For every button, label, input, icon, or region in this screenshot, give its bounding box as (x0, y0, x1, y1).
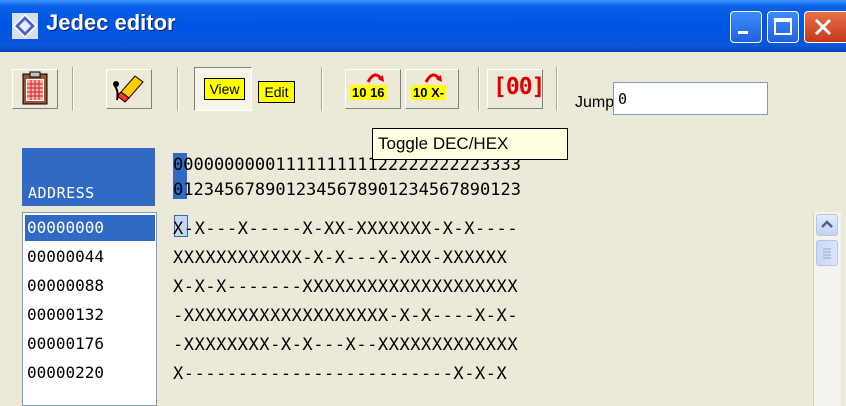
maximize-icon (774, 18, 792, 35)
scroll-thumb[interactable] (816, 240, 838, 266)
column-header-units: 0123456789012345678901234567890123 (173, 180, 521, 200)
fuse-row[interactable]: -XXXXXXXX-X-X---X--XXXXXXXXXXXXX (173, 332, 518, 358)
close-icon (814, 18, 832, 36)
close-button[interactable] (804, 11, 846, 43)
address-item[interactable]: 00000176 (25, 331, 155, 357)
fuse-row[interactable]: -XXXXXXXXXXXXXXXXXXX-X-X----X-X- (173, 303, 518, 329)
vertical-scrollbar[interactable] (813, 212, 841, 406)
bracket-label: [00] (493, 74, 545, 100)
clipboard-icon (22, 71, 48, 105)
toggle-dec-hex-button[interactable]: 10 X- (405, 69, 459, 109)
minimize-icon (738, 31, 748, 34)
toolbar-separator (177, 67, 179, 111)
edit-button[interactable]: Edit (258, 81, 295, 103)
fuse-row[interactable]: X-------------------------X-X-X (173, 361, 507, 387)
address-item[interactable]: 00000000 (25, 215, 155, 241)
clipboard-button[interactable] (12, 69, 58, 109)
toggle-1016-label: 10 16 (350, 85, 387, 100)
window-title: Jedec editor (46, 10, 176, 35)
fuse-row[interactable]: XXXXXXXXXXXX-X-X---X-XXX-XXXXXX (173, 245, 507, 271)
chevron-up-icon (821, 220, 833, 228)
bracket-button[interactable]: [00] (487, 69, 545, 109)
grip-icon (823, 248, 831, 259)
view-label: View (204, 78, 245, 100)
toggle-10x-label: 10 X- (411, 85, 447, 100)
toolbar-separator (72, 67, 74, 111)
jump-label: Jump (575, 94, 615, 111)
red-arrow-icon (424, 73, 442, 83)
address-header-label: ADDRESS (28, 184, 95, 202)
address-item[interactable]: 00000044 (25, 244, 155, 270)
toolbar-separator (478, 67, 480, 111)
toolbar-separator (321, 67, 323, 111)
maximize-button[interactable] (767, 11, 799, 43)
minimize-button[interactable] (730, 11, 762, 43)
address-item[interactable]: 00000220 (25, 360, 155, 386)
scroll-up-button[interactable] (816, 214, 838, 236)
address-list[interactable]: 00000000 00000044 00000088 00000132 0000… (22, 212, 157, 406)
tooltip: Toggle DEC/HEX (372, 128, 568, 160)
fuse-data-grid[interactable]: X-X---X-----X-XX-XXXXXXX-X-X---- XXXXXXX… (173, 212, 813, 406)
jedec-diamond-icon (12, 13, 38, 39)
title-bar[interactable]: Jedec editor (0, 0, 846, 52)
eraser-icon (113, 75, 144, 103)
view-button[interactable]: View (194, 67, 252, 111)
jump-input[interactable] (613, 82, 768, 115)
fuse-row[interactable]: X-X---X-----X-XX-XXXXXXX-X-X---- (173, 216, 518, 242)
erase-button[interactable] (106, 69, 152, 109)
address-item[interactable]: 00000132 (25, 302, 155, 328)
red-arrow-icon (366, 73, 384, 83)
address-item[interactable]: 00000088 (25, 273, 155, 299)
toolbar-separator (556, 67, 558, 111)
toggle-1016-button[interactable]: 10 16 (345, 69, 401, 109)
jedec-editor-window: Jedec editor View Edit 10 16 10 X- [00] … (0, 0, 846, 406)
fuse-row[interactable]: X-X-X-------XXXXXXXXXXXXXXXXXXXX (173, 274, 518, 300)
